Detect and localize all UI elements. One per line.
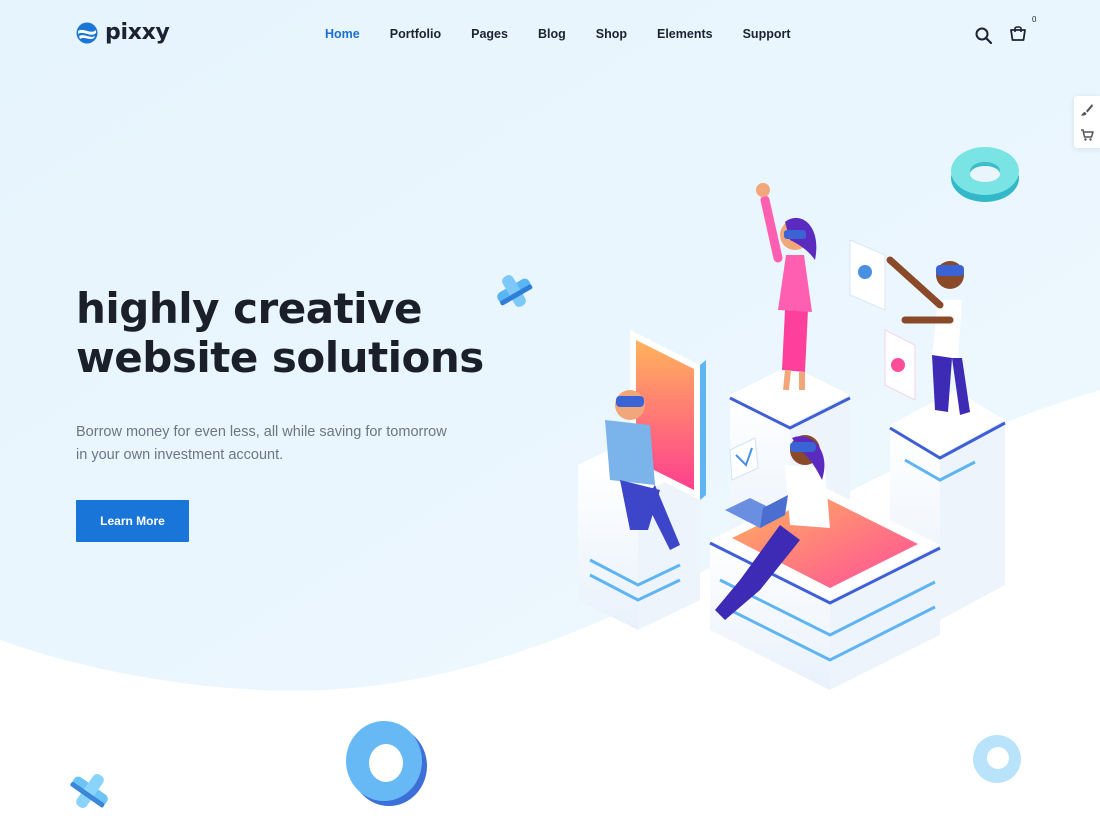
hero-description-line-2: in your own investment account. (76, 447, 284, 463)
search-icon[interactable] (974, 26, 994, 46)
side-panel (1074, 96, 1100, 148)
nav-item-elements[interactable]: Elements (642, 26, 728, 42)
hero-title-line-1: highly creative (76, 284, 422, 333)
nav-item-home[interactable]: Home (310, 26, 375, 42)
nav-item-blog[interactable]: Blog (523, 26, 581, 42)
hero-title-line-2: website solutions (76, 333, 484, 382)
nav-item-portfolio[interactable]: Portfolio (375, 26, 456, 42)
hero-description: Borrow money for even less, all while sa… (76, 421, 456, 467)
header-tools: 0 (974, 15, 1036, 48)
small-torus-decoration (973, 735, 1021, 783)
logo-text: pixxy (105, 20, 170, 45)
shopping-bag-icon (1010, 26, 1026, 41)
cart-icon[interactable] (1080, 128, 1094, 142)
hero-illustration (578, 183, 1006, 690)
hero-title: highly creative website solutions (76, 284, 516, 382)
person-standing-woman (756, 183, 817, 391)
plus-shape-decoration-bottom (70, 773, 108, 809)
nav-item-pages[interactable]: Pages (456, 26, 523, 42)
paintbrush-icon[interactable] (1080, 103, 1094, 117)
nav-item-support[interactable]: Support (728, 26, 806, 42)
logo[interactable]: pixxy (76, 20, 170, 45)
cart-count: 0 (1032, 15, 1037, 24)
hero-description-line-1: Borrow money for even less, all while sa… (76, 424, 447, 440)
site-header: pixxy Home Portfolio Pages Blog Shop Ele… (0, 0, 1100, 70)
plus-shape-decoration (497, 275, 533, 307)
torus-decoration-bottom (346, 721, 427, 806)
learn-more-button[interactable]: Learn More (76, 500, 189, 542)
main-nav: Home Portfolio Pages Blog Shop Elements … (310, 26, 806, 42)
cart-button[interactable]: 0 (1008, 15, 1036, 48)
logo-mark-icon (76, 22, 98, 43)
nav-item-shop[interactable]: Shop (581, 26, 642, 42)
